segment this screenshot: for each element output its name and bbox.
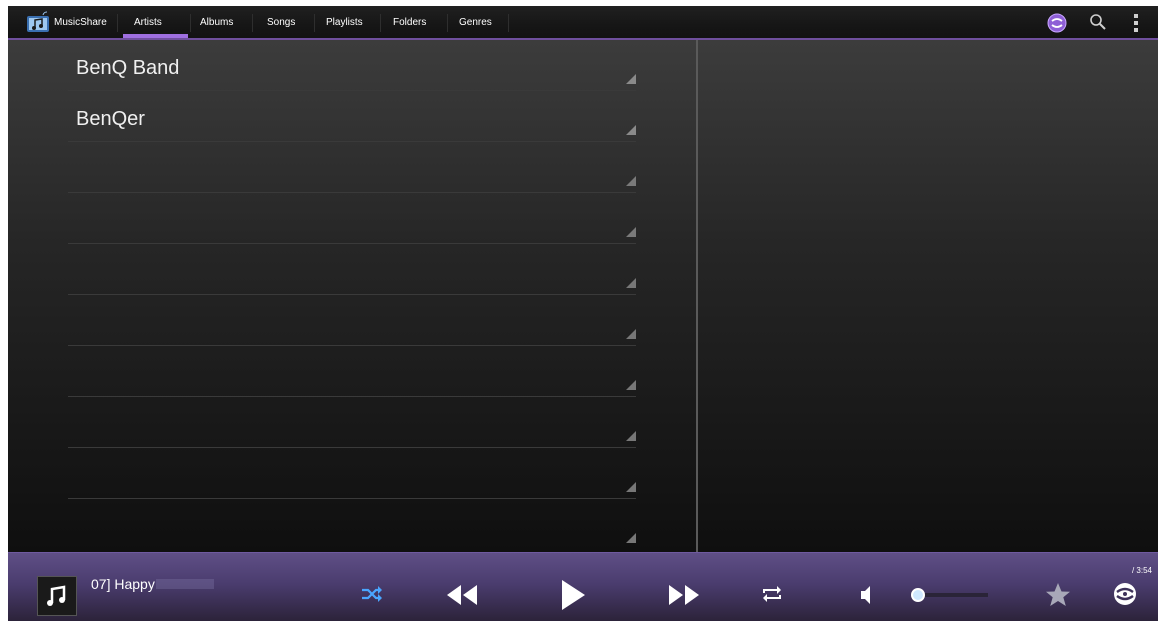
volume-icon[interactable]	[859, 583, 873, 607]
list-item[interactable]	[68, 346, 636, 397]
shuffle-icon[interactable]	[360, 584, 384, 604]
tab-separator	[314, 14, 315, 32]
tab-separator	[252, 14, 253, 32]
corner-expand-icon	[626, 329, 636, 339]
app-screen: MusicShare Artists Albums Songs Playlist…	[8, 6, 1158, 621]
now-playing-title: 07] Happy	[91, 576, 155, 592]
list-item[interactable]	[68, 397, 636, 448]
corner-expand-icon	[626, 431, 636, 441]
volume-slider[interactable]	[916, 593, 988, 597]
app-title: MusicShare	[54, 17, 107, 28]
pane-divider	[696, 40, 698, 552]
musicshare-logo-icon[interactable]	[26, 11, 50, 33]
tab-separator	[508, 14, 509, 32]
tab-artists[interactable]: Artists	[134, 17, 162, 28]
artist-name: BenQ Band	[76, 57, 180, 79]
list-item[interactable]: BenQ Band	[68, 40, 636, 91]
tab-genres[interactable]: Genres	[459, 17, 492, 28]
fast-forward-icon[interactable]	[667, 584, 701, 606]
corner-expand-icon	[626, 176, 636, 186]
artist-list-pane: BenQ Band BenQer	[8, 40, 1158, 552]
artist-name: BenQer	[76, 108, 145, 130]
corner-expand-icon	[626, 74, 636, 84]
list-item[interactable]	[68, 244, 636, 295]
track-duration: / 3:54	[1131, 566, 1152, 575]
rewind-icon[interactable]	[445, 584, 479, 606]
play-icon[interactable]	[560, 579, 586, 611]
tab-separator	[117, 14, 118, 32]
music-note-icon	[47, 585, 66, 606]
tab-playlists[interactable]: Playlists	[326, 17, 363, 28]
corner-expand-icon	[626, 227, 636, 237]
list-item[interactable]	[68, 295, 636, 346]
list-item[interactable]	[68, 193, 636, 244]
favorite-star-icon[interactable]	[1045, 582, 1071, 608]
tab-folders[interactable]: Folders	[393, 17, 426, 28]
list-item[interactable]: BenQer	[68, 91, 636, 142]
share-icon[interactable]	[1046, 12, 1068, 34]
volume-slider-handle[interactable]	[910, 588, 925, 602]
corner-expand-icon	[626, 278, 636, 288]
overflow-menu-icon[interactable]	[1132, 12, 1140, 34]
dlna-share-icon[interactable]	[1112, 581, 1138, 607]
album-art-thumbnail[interactable]	[37, 576, 77, 616]
list-item[interactable]	[68, 142, 636, 193]
tab-albums[interactable]: Albums	[200, 17, 233, 28]
corner-expand-icon	[626, 380, 636, 390]
repeat-icon[interactable]	[760, 585, 784, 603]
corner-expand-icon	[626, 482, 636, 492]
tab-separator	[380, 14, 381, 32]
tab-separator	[447, 14, 448, 32]
song-progress-bar[interactable]	[156, 579, 214, 589]
selected-tab-indicator	[123, 34, 188, 38]
tab-songs[interactable]: Songs	[267, 17, 295, 28]
player-bar: 07] Happy / 3:54	[8, 552, 1158, 621]
corner-expand-icon	[626, 533, 636, 543]
search-icon[interactable]	[1088, 12, 1108, 32]
tab-separator	[190, 14, 191, 32]
corner-expand-icon	[626, 125, 636, 135]
action-bar: MusicShare Artists Albums Songs Playlist…	[8, 6, 1158, 40]
list-item[interactable]	[68, 499, 636, 550]
list-item[interactable]	[68, 448, 636, 499]
